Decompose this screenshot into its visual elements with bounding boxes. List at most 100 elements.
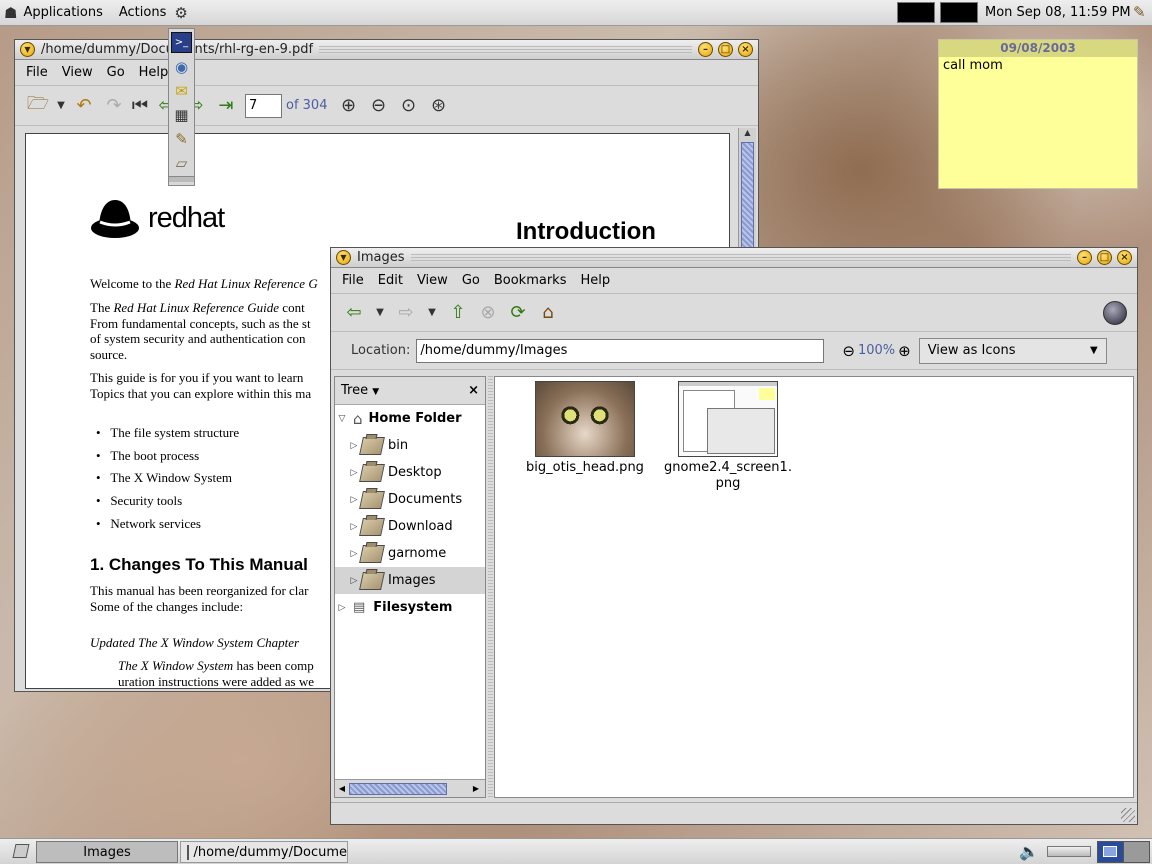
file-icon-item[interactable]: gnome2.4_screen1. png (663, 381, 793, 492)
minimize-button[interactable]: – (698, 42, 713, 57)
tree-item-images[interactable]: ▷ Images (335, 567, 485, 594)
expander-closed-icon[interactable]: ▷ (347, 468, 361, 478)
window-menu-button[interactable]: ▼ (20, 42, 35, 57)
zoom-out-icon[interactable]: ⊖ (842, 342, 855, 360)
show-desktop-icon[interactable] (12, 844, 30, 858)
minimize-button[interactable]: – (1077, 250, 1092, 265)
location-input[interactable] (416, 338, 825, 363)
close-button[interactable]: × (1117, 250, 1132, 265)
workspace-applet-2[interactable] (940, 2, 978, 23)
taskbar-item-pdf[interactable]: /home/dummy/Docume (180, 841, 348, 863)
terminal-icon[interactable]: >_ (171, 32, 192, 53)
side-pane-close-icon[interactable]: × (468, 383, 479, 398)
mixer-applet[interactable] (1047, 846, 1091, 857)
sticky-note[interactable]: 09/08/2003 call mom (938, 39, 1138, 189)
first-page-icon[interactable]: ⏮ (129, 91, 151, 121)
tree-item-bin[interactable]: ▷ bin (335, 432, 485, 459)
fit-page-icon[interactable]: ⊙ (393, 91, 423, 121)
file-name[interactable]: gnome2.4_screen1. png (663, 460, 793, 492)
page-number-input[interactable] (245, 93, 282, 118)
window-menu-button[interactable]: ▼ (336, 250, 351, 265)
actions-menu[interactable]: Actions (113, 5, 173, 20)
pane-splitter[interactable] (488, 376, 493, 798)
scrollbar-thumb[interactable] (349, 782, 447, 795)
expander-closed-icon[interactable]: ▷ (347, 522, 361, 532)
chevron-down-icon[interactable]: ▼ (421, 298, 443, 328)
tree-item-filesystem[interactable]: ▷ ▤ Filesystem (335, 594, 485, 621)
tree-item-documents[interactable]: ▷ Documents (335, 486, 485, 513)
tree-item-download[interactable]: ▷ Download (335, 513, 485, 540)
calculator-icon[interactable]: ▦ (171, 104, 192, 125)
volume-icon[interactable]: 🔈 (1019, 842, 1039, 861)
expander-closed-icon[interactable]: ▷ (347, 576, 361, 586)
stop-icon[interactable]: ⊗ (473, 298, 503, 328)
reload-icon[interactable]: ⟳ (503, 298, 533, 328)
maximize-button[interactable]: □ (1097, 250, 1112, 265)
drawer-handle[interactable] (169, 176, 194, 182)
email-icon[interactable]: ✉ (171, 80, 192, 101)
scroll-up-arrow[interactable]: ▲ (739, 128, 756, 140)
expander-closed-icon[interactable]: ▷ (347, 549, 361, 559)
back-icon[interactable]: ⇦ (339, 298, 369, 328)
image-thumbnail-cat[interactable] (535, 381, 635, 457)
menu-bookmarks[interactable]: Bookmarks (487, 273, 574, 288)
view-as-select[interactable]: View as Icons ▼ (918, 337, 1107, 364)
expander-closed-icon[interactable]: ▷ (347, 495, 361, 505)
zoom-level[interactable]: 100% (858, 343, 895, 358)
file-icon-item[interactable]: big_otis_head.png (515, 381, 655, 475)
expander-closed-icon[interactable]: ▷ (335, 603, 349, 613)
open-folder-icon[interactable]: 🗁 (23, 91, 53, 121)
menu-help[interactable]: Help (573, 273, 617, 288)
file-manager-icon[interactable]: ▱ (171, 152, 192, 173)
chevron-down-icon[interactable]: ▼ (53, 91, 69, 121)
menu-file[interactable]: File (19, 65, 55, 80)
side-pane-hscrollbar[interactable]: ◀ ▶ (335, 779, 485, 797)
scrollbar-thumb[interactable] (741, 142, 754, 252)
menu-edit[interactable]: Edit (371, 273, 410, 288)
home-icon[interactable]: ⌂ (533, 298, 563, 328)
forward-icon[interactable]: ⇨ (391, 298, 421, 328)
undo-icon[interactable]: ↶ (69, 91, 99, 121)
scroll-right-arrow[interactable]: ▶ (469, 784, 483, 793)
up-icon[interactable]: ⇧ (443, 298, 473, 328)
fit-width-icon[interactable]: ⊛ (423, 91, 453, 121)
menu-view[interactable]: View (410, 273, 455, 288)
clock[interactable]: Mon Sep 08, 11:59 PM (985, 5, 1131, 20)
menu-file[interactable]: File (335, 273, 371, 288)
gnome-foot-icon[interactable]: ☗ (4, 4, 17, 22)
sticky-note-date[interactable]: 09/08/2003 (939, 40, 1137, 57)
menu-view[interactable]: View (55, 65, 100, 80)
redhat-logo-text: redhat (148, 201, 225, 234)
image-thumbnail-screenshot[interactable] (678, 381, 778, 457)
tree-item-home[interactable]: ▽ ⌂ Home Folder (335, 405, 485, 432)
menu-go[interactable]: Go (100, 65, 132, 80)
chevron-down-icon[interactable]: ▼ (369, 298, 391, 328)
menu-go[interactable]: Go (455, 273, 487, 288)
applications-menu[interactable]: Applications (17, 5, 108, 20)
drawer-launcher-icon[interactable]: ⚙ (174, 4, 187, 22)
workspace-applet-1[interactable] (897, 2, 935, 23)
tree-item-desktop[interactable]: ▷ Desktop (335, 459, 485, 486)
workspace-switcher[interactable] (1097, 841, 1150, 863)
side-pane-selector[interactable]: Tree ▼ (341, 383, 379, 398)
maximize-button[interactable]: □ (718, 42, 733, 57)
pdf-titlebar[interactable]: ▼ /home/dummy/Documents/rhl-rg-en-9.pdf … (15, 40, 758, 60)
close-button[interactable]: × (738, 42, 753, 57)
scroll-left-arrow[interactable]: ◀ (335, 784, 349, 793)
images-titlebar[interactable]: ▼ Images – □ × (331, 248, 1137, 268)
expander-closed-icon[interactable]: ▷ (347, 441, 361, 451)
redo-icon[interactable]: ↷ (99, 91, 129, 121)
sticky-note-text[interactable]: call mom (939, 57, 1137, 74)
taskbar-item-images[interactable]: Images (36, 841, 178, 863)
notes-icon[interactable]: ✎ (1133, 3, 1146, 21)
resize-grip-icon[interactable] (1121, 808, 1135, 822)
file-name[interactable]: big_otis_head.png (515, 460, 655, 475)
zoom-in-icon[interactable]: ⊕ (333, 91, 363, 121)
zoom-out-icon[interactable]: ⊖ (363, 91, 393, 121)
web-browser-icon[interactable]: ◉ (171, 56, 192, 77)
tree-item-garnome[interactable]: ▷ garnome (335, 540, 485, 567)
text-editor-icon[interactable]: ✎ (171, 128, 192, 149)
last-page-icon[interactable]: ⇥ (211, 91, 241, 121)
expander-open-icon[interactable]: ▽ (335, 414, 349, 424)
zoom-in-icon[interactable]: ⊕ (898, 342, 911, 360)
